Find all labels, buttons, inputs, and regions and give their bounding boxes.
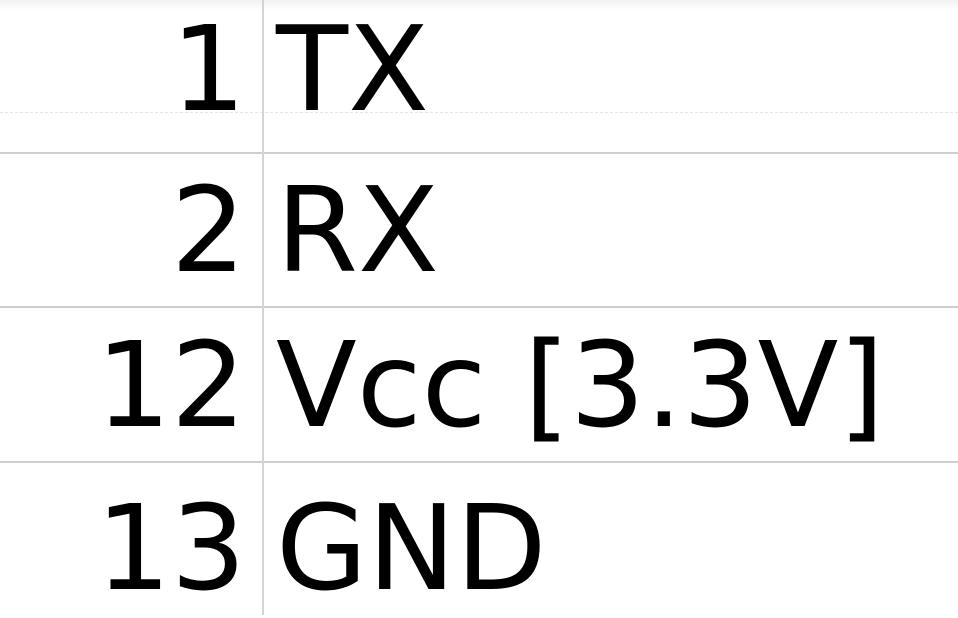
pin-number-cell[interactable]: 13	[0, 464, 246, 618]
table-row[interactable]: 2 RX	[0, 154, 958, 308]
pin-number-cell[interactable]: 12	[0, 309, 246, 461]
pin-number-cell[interactable]: 2	[0, 154, 246, 306]
column-divider	[262, 0, 264, 615]
signal-name-cell[interactable]: GND	[276, 464, 547, 618]
signal-name-cell[interactable]: TX	[276, 0, 429, 152]
table-row[interactable]: 12 Vcc [3.3V]	[0, 309, 958, 463]
pin-table: 1 TX 2 RX 12 Vcc [3.3V] 13 GND	[0, 0, 958, 615]
table-row[interactable]: 1 TX	[0, 0, 958, 154]
signal-name-cell[interactable]: RX	[276, 154, 439, 306]
signal-name-cell[interactable]: Vcc [3.3V]	[276, 309, 884, 461]
pin-number-cell[interactable]: 1	[0, 0, 246, 152]
table-row[interactable]: 13 GND	[0, 464, 958, 618]
